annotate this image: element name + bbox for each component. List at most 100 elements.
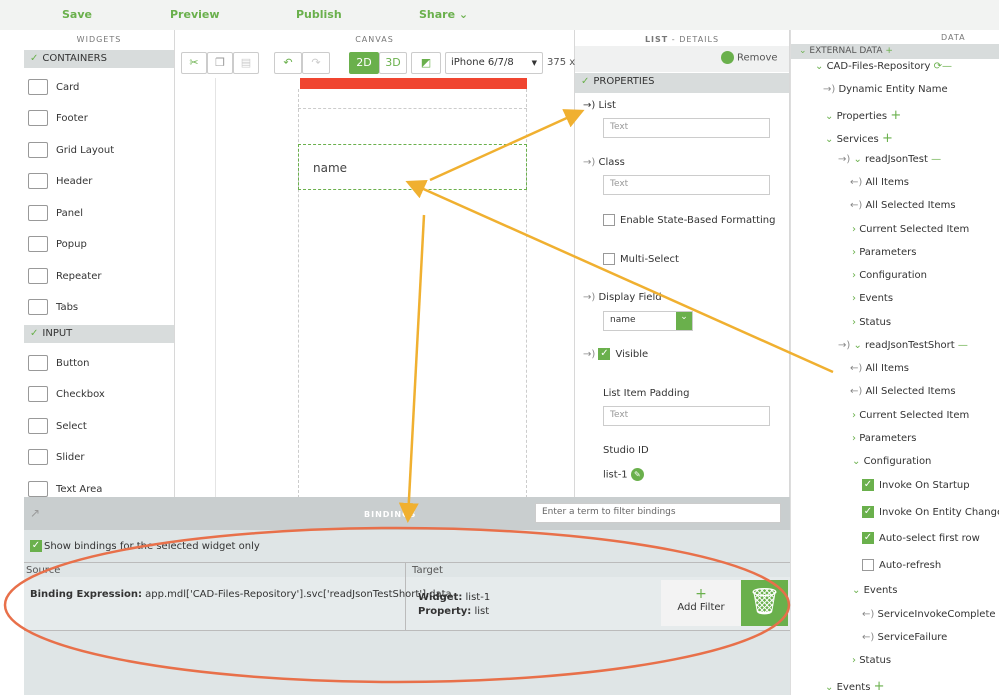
orientation-button[interactable]: ◩ [411,52,441,74]
section-label: INPUT [42,328,73,339]
widget-checkbox[interactable]: Checkbox [28,386,105,402]
data-tree-item[interactable]: ⌄ Configuration [852,456,931,467]
chevron-down-icon: ⌄ [852,456,861,467]
widget-icon [28,236,48,252]
padding-input[interactable]: Text [603,406,770,426]
tree-item-label: ServiceInvokeComplete [877,609,996,620]
visible-property[interactable]: →) ✓ Visible [583,348,648,360]
dropdown-icon: ▼ [531,59,537,67]
plus-icon[interactable]: + [874,679,885,694]
widget-footer[interactable]: Footer [28,110,88,126]
delete-binding-button[interactable]: 🗑 [741,580,788,626]
share-button[interactable]: Share ⌄ [419,8,468,21]
widget-label: Slider [56,452,85,463]
header-bar[interactable] [300,78,527,89]
widget-slider[interactable]: Slider [28,449,85,465]
show-selected-checkbox[interactable]: ✓ Show bindings for the selected widget o… [30,540,260,552]
data-tree-item[interactable]: › Parameters [852,433,916,444]
state-formatting-checkbox[interactable]: Enable State-Based Formatting [603,214,775,226]
data-tree-item[interactable]: ←) All Items [850,363,909,374]
data-tree-item[interactable]: ←) All Selected Items [850,200,956,211]
bindings-filter-input[interactable]: Enter a term to filter bindings [535,503,781,523]
data-tree-item[interactable]: Auto-refresh [862,559,941,571]
data-tree-item[interactable]: › Events [852,293,893,304]
checkbox-checked-icon[interactable]: ✓ [862,532,874,544]
data-tree-item[interactable]: ⌄ Services + [825,131,893,146]
section-containers[interactable]: ✓ CONTAINERS [24,50,174,68]
cut-button[interactable]: ✂ [181,52,207,74]
data-tree-item[interactable]: ✓ Auto-select first row [862,532,980,544]
tree-item-label: Events [836,682,871,693]
checkbox-checked-icon[interactable]: ✓ [862,479,874,491]
mode-3d-button[interactable]: 3D [379,52,407,74]
tree-item-label: Status [859,317,892,328]
widget-header[interactable]: Header [28,173,92,189]
refresh-icon[interactable]: ⟳ [934,61,942,72]
checkbox-icon[interactable] [862,559,874,571]
arrow-out-icon: ←) [850,386,863,397]
publish-button[interactable]: Publish [296,8,342,21]
device-select[interactable]: iPhone 6/7/8 ▼ [445,52,543,74]
save-button[interactable]: Save [62,8,92,21]
data-tree-item[interactable]: →) ⌄ readJsonTest — [838,154,941,165]
plus-icon[interactable]: + [890,108,901,123]
data-tree-item[interactable]: ←) ServiceFailure [862,632,947,643]
list-input[interactable]: Text [603,118,770,138]
section-input[interactable]: ✓ INPUT [24,325,174,343]
mode-2d-button[interactable]: 2D [349,52,379,74]
list-widget[interactable]: name [298,144,527,190]
add-filter-button[interactable]: + Add Filter [661,580,741,626]
arrow-in-chevron-icon: →) ⌄ [838,340,862,351]
data-tree-item[interactable]: › Configuration [852,270,927,281]
plus-icon[interactable]: + [882,131,893,146]
minus-icon[interactable]: — [931,154,941,165]
tree-item-label: All Selected Items [865,386,956,397]
data-tree-item[interactable]: ✓ Invoke On Startup [862,479,970,491]
widget-label: Select [56,421,87,432]
widget-text-area[interactable]: Text Area [28,481,102,497]
widget-card[interactable]: Card [28,79,79,95]
data-tree-item[interactable]: →) Dynamic Entity Name [823,84,948,95]
data-tree-item[interactable]: ⌄ CAD-Files-Repository ⟳— [815,61,952,72]
widget-popup[interactable]: Popup [28,236,87,252]
widget-select[interactable]: Select [28,418,87,434]
edit-icon[interactable]: ✎ [630,468,644,481]
data-tree-item[interactable]: › Current Selected Item [852,410,969,421]
properties-section[interactable]: ✓ PROPERTIES [575,73,789,93]
display-field-select[interactable]: name ⌄ [603,311,693,331]
data-tree-item[interactable]: ⌄ Events [852,585,897,596]
remove-button[interactable]: Remove [721,51,778,64]
external-data-section[interactable]: ⌄ EXTERNAL DATA + [791,44,999,59]
widget-panel[interactable]: Panel [28,205,83,221]
data-tree-item[interactable]: › Status [852,317,891,328]
undo-button[interactable]: ↶ [274,52,302,74]
data-tree-item[interactable]: › Parameters [852,247,916,258]
minus-icon[interactable]: — [958,340,968,351]
widget-tabs[interactable]: Tabs [28,299,78,315]
data-tree-item[interactable]: ⌄ Events + [825,679,885,694]
data-tree-item[interactable]: ⌄ Properties + [825,108,901,123]
paste-button[interactable]: ▤ [233,52,259,74]
plus-icon[interactable]: + [885,46,893,56]
data-tree-item[interactable]: › Status [852,655,891,666]
data-tree-item[interactable]: › Current Selected Item [852,224,969,235]
data-tree-item[interactable]: ←) ServiceInvokeComplete [862,609,996,620]
preview-button[interactable]: Preview [170,8,220,21]
top-toolbar: Save Preview Publish Share ⌄ [0,0,999,30]
data-tree-item[interactable]: ←) All Selected Items [850,386,956,397]
data-tree-item[interactable]: →) ⌄ readJsonTestShort — [838,340,968,351]
widget-grid-layout[interactable]: Grid Layout [28,142,114,158]
data-tree-item[interactable]: ✓ Invoke On Entity Change [862,506,999,518]
expand-icon[interactable]: ↗ [30,506,40,520]
class-input[interactable]: Text [603,175,770,195]
widget-repeater[interactable]: Repeater [28,268,101,284]
widget-label: Popup [56,239,87,250]
canvas-title: CANVAS [355,35,394,44]
checkbox-checked-icon[interactable]: ✓ [862,506,874,518]
widget-button[interactable]: Button [28,355,90,371]
data-tree-item[interactable]: ←) All Items [850,177,909,188]
multi-select-checkbox[interactable]: Multi-Select [603,253,679,265]
redo-button[interactable]: ↷ [302,52,330,74]
minus-icon[interactable]: — [942,61,952,72]
copy-button[interactable]: ❐ [207,52,233,74]
